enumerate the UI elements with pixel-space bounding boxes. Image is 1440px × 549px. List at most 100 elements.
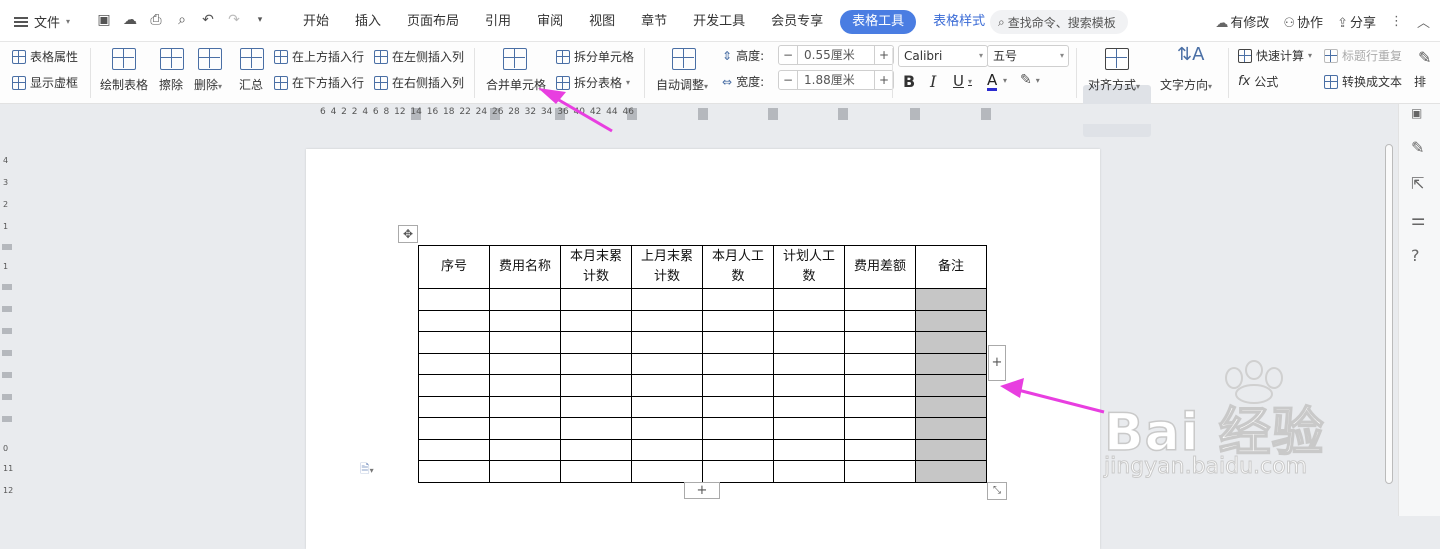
table-cell[interactable]: [489, 288, 561, 311]
table-cell[interactable]: [489, 395, 561, 418]
table-cell-selected[interactable]: [915, 352, 987, 375]
table-cell[interactable]: [489, 438, 561, 461]
table-cell[interactable]: [418, 374, 490, 397]
table-cell[interactable]: [844, 331, 916, 354]
tab-insert[interactable]: 插入: [342, 10, 394, 34]
redo-icon[interactable]: ↷: [226, 12, 242, 28]
insert-row-above-button[interactable]: 在上方插入行: [274, 48, 364, 65]
pen-icon[interactable]: ✎: [1418, 48, 1431, 67]
search-box[interactable]: ⌕ 查找命令、搜索模板: [990, 10, 1128, 34]
table-cell[interactable]: [702, 374, 774, 397]
horizontal-ruler[interactable]: 6 4 2 2 4 6 8 12 14 16 18 22 24 26 28 32…: [0, 104, 1440, 124]
table-cell[interactable]: [560, 352, 632, 375]
tab-member[interactable]: 会员专享: [758, 10, 836, 34]
table-header-cell[interactable]: 计划人工数: [773, 245, 845, 289]
edit-icon[interactable]: ✎: [1411, 138, 1424, 157]
table-cell[interactable]: [631, 309, 703, 332]
changes-button[interactable]: ☁ 有修改: [1215, 12, 1269, 31]
table-properties-button[interactable]: 表格属性: [12, 48, 78, 65]
table-cell[interactable]: [560, 331, 632, 354]
increment-button[interactable]: +: [875, 73, 893, 87]
delete-button[interactable]: 删除▾: [194, 76, 222, 93]
table-cell[interactable]: [560, 309, 632, 332]
table-cell[interactable]: [489, 417, 561, 440]
table-header-cell[interactable]: 备注: [915, 245, 987, 289]
table-move-handle[interactable]: ✥: [398, 225, 418, 243]
table-cell-selected[interactable]: [915, 374, 987, 397]
table-header-cell[interactable]: 费用名称: [489, 245, 561, 289]
table-cell[interactable]: [702, 288, 774, 311]
table-cell-selected[interactable]: [915, 417, 987, 440]
table-cell[interactable]: [418, 309, 490, 332]
quick-calc-button[interactable]: 快速计算 ▾: [1238, 47, 1312, 64]
table-cell[interactable]: [702, 331, 774, 354]
tab-section[interactable]: 章节: [628, 10, 680, 34]
text-direction-button[interactable]: 文字方向▾: [1160, 76, 1212, 93]
table-cell[interactable]: [560, 438, 632, 461]
row-height-stepper[interactable]: − 0.55厘米 +: [778, 45, 894, 65]
table-resize-handle[interactable]: ⤡: [987, 482, 1007, 500]
table-cell[interactable]: [560, 417, 632, 440]
table-cell[interactable]: [773, 288, 845, 311]
table-cell[interactable]: [844, 395, 916, 418]
tab-developer[interactable]: 开发工具: [680, 10, 758, 34]
collab-button[interactable]: ⚇ 协作: [1283, 12, 1323, 31]
save-icon[interactable]: ▣: [96, 12, 112, 28]
decrement-button[interactable]: −: [779, 73, 797, 87]
table-cell[interactable]: [631, 460, 703, 483]
merge-cells-button[interactable]: 合并单元格: [486, 76, 546, 93]
table-header-cell[interactable]: 本月末累 计数: [560, 245, 632, 289]
table-header-cell[interactable]: 本月人工数: [702, 245, 774, 289]
table-cell[interactable]: [418, 438, 490, 461]
row-height-value[interactable]: 0.55厘米: [797, 46, 875, 64]
table-cell[interactable]: [844, 438, 916, 461]
print-preview-icon[interactable]: ⌕: [174, 12, 190, 28]
increment-button[interactable]: +: [875, 48, 893, 62]
customize-icon[interactable]: ▾: [252, 12, 268, 28]
title-row-repeat-button[interactable]: 标题行重复: [1324, 47, 1402, 64]
table-cell-selected[interactable]: [915, 460, 987, 483]
panel-toggle-icon[interactable]: ▣: [1411, 106, 1422, 120]
file-menu[interactable]: 文件 ▾: [14, 12, 70, 31]
table-cell[interactable]: [560, 395, 632, 418]
table-cell[interactable]: [702, 309, 774, 332]
summary-button[interactable]: 汇总: [239, 76, 263, 93]
scrollbar-thumb[interactable]: [1385, 144, 1393, 484]
table-cell[interactable]: [560, 374, 632, 397]
table-cell-selected[interactable]: [915, 331, 987, 354]
insert-col-right-button[interactable]: 在右侧插入列: [374, 74, 464, 91]
table-cell[interactable]: [418, 288, 490, 311]
table-header-cell[interactable]: 上月末累 计数: [631, 245, 703, 289]
table-header-cell[interactable]: 序号: [418, 245, 490, 289]
table-cell[interactable]: [489, 309, 561, 332]
table-cell[interactable]: [844, 309, 916, 332]
table-cell[interactable]: [702, 438, 774, 461]
collapse-ribbon-icon[interactable]: ︿: [1417, 12, 1430, 31]
cloud-icon[interactable]: ☁: [122, 12, 138, 28]
split-table-button[interactable]: 拆分表格 ▾: [556, 74, 630, 91]
table-cell[interactable]: [773, 460, 845, 483]
col-width-stepper[interactable]: − 1.88厘米 +: [778, 70, 894, 90]
table-cell[interactable]: [702, 395, 774, 418]
tab-references[interactable]: 引用: [472, 10, 524, 34]
add-column-button[interactable]: +: [988, 345, 1006, 381]
formula-button[interactable]: fx 公式: [1238, 73, 1278, 90]
font-color-dropdown[interactable]: ▾: [1003, 76, 1007, 85]
show-gridlines-button[interactable]: 显示虚框: [12, 74, 78, 91]
vertical-ruler[interactable]: 4 3 2 1 1 0 11 12: [0, 124, 14, 516]
table-cell[interactable]: [418, 331, 490, 354]
table-cell[interactable]: [844, 460, 916, 483]
tab-table-style[interactable]: 表格样式: [920, 10, 998, 34]
tab-table-tools[interactable]: 表格工具: [840, 10, 917, 34]
table-cell[interactable]: [773, 352, 845, 375]
table-cell[interactable]: [631, 438, 703, 461]
bold-button[interactable]: B: [903, 72, 915, 91]
table-cell-selected[interactable]: [915, 395, 987, 418]
table-cell-selected[interactable]: [915, 288, 987, 311]
font-name-select[interactable]: Calibri ▾: [898, 45, 988, 67]
table-cell[interactable]: [844, 288, 916, 311]
table-cell[interactable]: [844, 352, 916, 375]
underline-button[interactable]: U ▾: [953, 72, 972, 90]
table-cell[interactable]: [489, 460, 561, 483]
table-cell[interactable]: [631, 288, 703, 311]
